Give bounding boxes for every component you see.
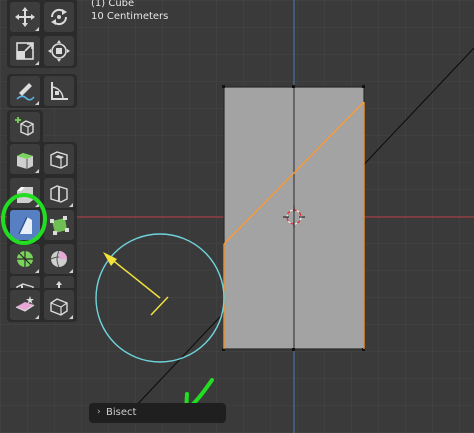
loop-cut-icon bbox=[50, 185, 68, 203]
chevron-right-icon[interactable]: › bbox=[97, 407, 101, 417]
tool-smooth[interactable] bbox=[44, 244, 74, 274]
poly-build-icon bbox=[50, 216, 69, 235]
object-info: (1) Cube bbox=[91, 0, 135, 9]
operator-panel-title: Bisect bbox=[106, 407, 137, 418]
tool-move[interactable] bbox=[10, 2, 40, 32]
scale-info: 10 Centimeters bbox=[91, 11, 169, 22]
last-operator-panel[interactable]: › Bisect bbox=[89, 403, 226, 423]
annotation-circle bbox=[1, 193, 47, 245]
tool-inset-faces[interactable] bbox=[44, 144, 74, 174]
tool-transform[interactable] bbox=[44, 36, 74, 66]
rip-region-icon bbox=[50, 298, 68, 316]
inset-icon bbox=[50, 151, 68, 169]
vertex bbox=[292, 85, 295, 88]
tool-annotate[interactable] bbox=[10, 76, 40, 106]
tool-spin[interactable] bbox=[10, 244, 40, 274]
toolbar-group-add bbox=[7, 110, 43, 144]
toolbar-group-transform bbox=[7, 0, 77, 68]
measure-icon bbox=[51, 82, 68, 100]
vertex bbox=[292, 348, 295, 351]
move-icon bbox=[15, 7, 35, 27]
rotate-icon bbox=[50, 8, 68, 26]
tool-rotate[interactable] bbox=[44, 2, 74, 32]
shear-icon bbox=[15, 296, 35, 312]
transform-icon bbox=[48, 40, 70, 62]
scale-icon bbox=[16, 42, 34, 60]
spin-icon bbox=[17, 251, 33, 267]
extrude-icon bbox=[17, 153, 33, 169]
tool-extrude-region[interactable] bbox=[10, 144, 40, 174]
tool-shear[interactable] bbox=[10, 290, 40, 320]
tool-add-cube[interactable] bbox=[10, 112, 40, 142]
vertex bbox=[222, 85, 225, 88]
tool-measure[interactable] bbox=[44, 76, 74, 106]
add-cube-icon bbox=[15, 117, 34, 136]
vertex bbox=[362, 85, 365, 88]
tool-rip-region[interactable] bbox=[44, 290, 74, 320]
toolbar-group-rip bbox=[7, 288, 77, 322]
smooth-icon bbox=[50, 250, 68, 268]
annotate-icon bbox=[16, 83, 35, 101]
toolbar-group-annotate bbox=[7, 74, 77, 108]
tool-scale[interactable] bbox=[10, 36, 40, 66]
